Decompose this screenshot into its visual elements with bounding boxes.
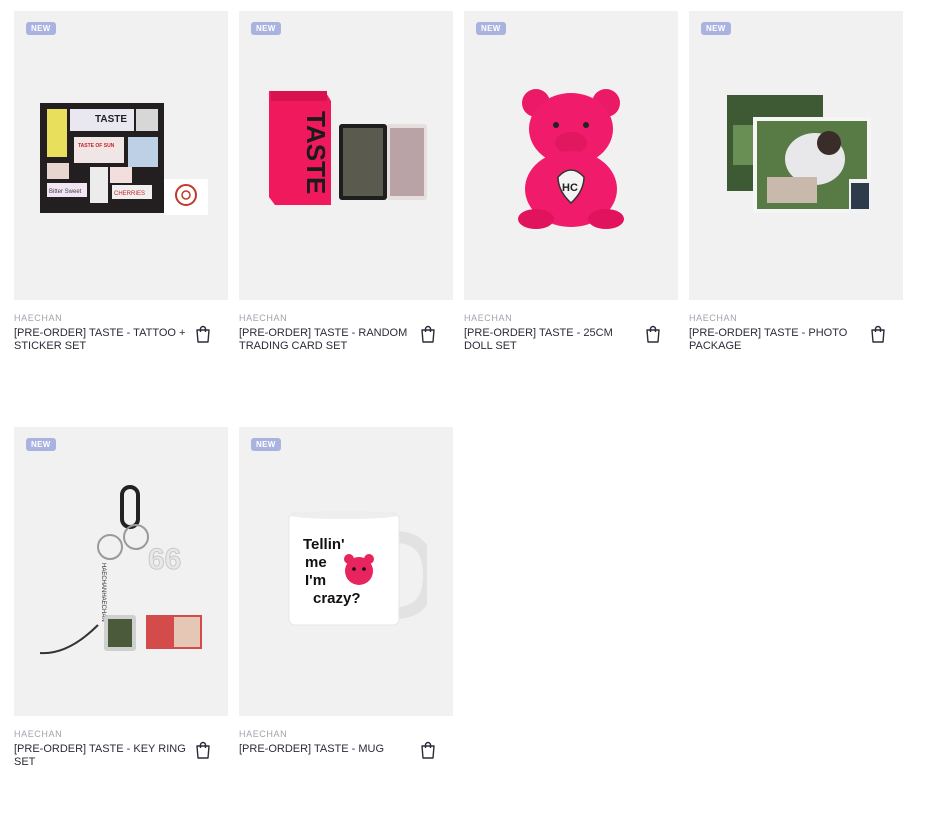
product-card[interactable]: NEW 66 HAECHANHAECHAN HAECHAN [PRE-ORDER…: [14, 427, 228, 769]
product-title[interactable]: [PRE-ORDER] TASTE - RANDOM TRADING CARD …: [239, 327, 417, 353]
product-brand: HAECHAN: [239, 313, 288, 323]
product-image[interactable]: NEW TASTE: [239, 11, 453, 300]
key-ring-art: 66 HAECHANHAECHAN: [39, 485, 202, 655]
product-title[interactable]: [PRE-ORDER] TASTE - MUG: [239, 743, 417, 756]
art-label: I'm: [305, 572, 326, 589]
shopping-bag-icon[interactable]: [420, 325, 436, 343]
new-badge: NEW: [26, 438, 56, 451]
new-badge: NEW: [251, 22, 281, 35]
new-badge: NEW: [26, 22, 56, 35]
product-image[interactable]: NEW TASTE TASTE OF SUN Bitter Sweet CHER…: [14, 11, 228, 300]
product-image[interactable]: NEW: [689, 11, 903, 300]
product-brand: HAECHAN: [464, 313, 513, 323]
new-badge: NEW: [251, 438, 281, 451]
tattoo-sticker-art: TASTE TASTE OF SUN Bitter Sweet CHERRIES: [40, 103, 208, 215]
shopping-bag-icon[interactable]: [195, 741, 211, 759]
art-label: TASTE: [95, 114, 127, 125]
art-label: 66: [148, 543, 181, 576]
art-label: HC: [562, 182, 578, 194]
product-title[interactable]: [PRE-ORDER] TASTE - KEY RING SET: [14, 743, 192, 769]
product-image[interactable]: NEW Tellin' me I'm crazy?: [239, 427, 453, 716]
product-card[interactable]: NEW TASTE TASTE OF SUN Bitter Sweet CHER…: [14, 11, 228, 353]
mug-art: Tellin' me I'm crazy?: [288, 511, 427, 626]
product-title[interactable]: [PRE-ORDER] TASTE - PHOTO PACKAGE: [689, 327, 867, 353]
product-brand: HAECHAN: [14, 729, 63, 739]
photo-package-art: [727, 95, 871, 213]
art-label: Tellin': [303, 536, 345, 553]
art-label: TASTE OF SUN: [78, 143, 115, 149]
art-label: CHERRIES: [114, 191, 145, 197]
product-brand: HAECHAN: [14, 313, 63, 323]
doll-art: HC: [518, 89, 624, 229]
shopping-bag-icon[interactable]: [420, 741, 436, 759]
trading-card-art: TASTE: [269, 91, 427, 205]
product-card[interactable]: NEW HC HAECHAN [PRE-ORDER] TASTE - 25CM …: [464, 11, 678, 353]
new-badge: NEW: [701, 22, 731, 35]
product-title[interactable]: [PRE-ORDER] TASTE - TATTOO + STICKER SET: [14, 327, 192, 353]
art-label: TASTE: [301, 111, 331, 194]
art-label: Bitter Sweet: [49, 189, 82, 195]
product-brand: HAECHAN: [689, 313, 738, 323]
shopping-bag-icon[interactable]: [195, 325, 211, 343]
product-image[interactable]: NEW 66 HAECHANHAECHAN: [14, 427, 228, 716]
shopping-bag-icon[interactable]: [645, 325, 661, 343]
shopping-bag-icon[interactable]: [870, 325, 886, 343]
art-label: HAECHANHAECHAN: [100, 563, 106, 622]
product-card[interactable]: NEW HAECHAN [PRE-ORDER] TASTE - PHOTO PA…: [689, 11, 903, 353]
product-card[interactable]: NEW Tellin' me I'm crazy? HAECHAN [PRE-O…: [239, 427, 453, 759]
new-badge: NEW: [476, 22, 506, 35]
art-label: crazy?: [313, 590, 361, 607]
product-brand: HAECHAN: [239, 729, 288, 739]
art-label: me: [305, 554, 327, 571]
product-image[interactable]: NEW HC: [464, 11, 678, 300]
product-card[interactable]: NEW TASTE HAECHAN [PRE-ORDER] TASTE - RA…: [239, 11, 453, 353]
product-title[interactable]: [PRE-ORDER] TASTE - 25CM DOLL SET: [464, 327, 642, 353]
